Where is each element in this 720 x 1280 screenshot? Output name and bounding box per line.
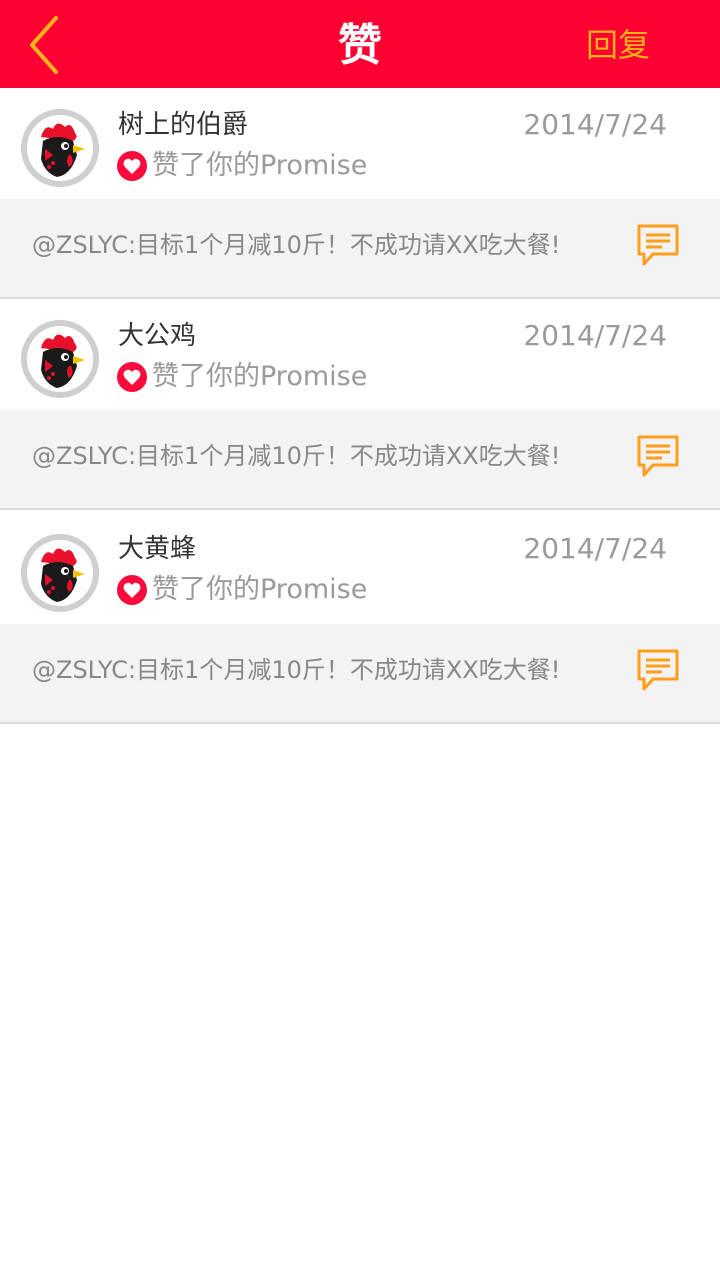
avatar[interactable]: [21, 534, 99, 612]
quoted-promise[interactable]: @ZSLYC:目标1个月减10斤！不成功请XX吃大餐!: [0, 624, 720, 724]
heart-icon: [117, 575, 147, 605]
list-item: 大黄蜂 2014/7/24 赞了你的Promise @ZSLYC:目标1个月减1…: [0, 510, 720, 724]
list-item: 大公鸡 2014/7/24 赞了你的Promise @ZSLYC:目标1个月减1…: [0, 299, 720, 510]
user-name: 树上的伯爵: [118, 110, 249, 140]
like-date: 2014/7/24: [523, 108, 667, 141]
item-header[interactable]: 大公鸡 2014/7/24 赞了你的Promise: [0, 299, 720, 410]
comment-button[interactable]: [636, 648, 680, 692]
like-date: 2014/7/24: [523, 319, 667, 352]
promise-quote: @ZSLYC:目标1个月减10斤！不成功请XX吃大餐!: [32, 656, 561, 684]
heart-icon: [117, 362, 147, 392]
item-header[interactable]: 大黄蜂 2014/7/24 赞了你的Promise: [0, 510, 720, 624]
like-text: 赞了你的Promise: [152, 574, 368, 605]
rooster-avatar-icon: [41, 123, 85, 177]
comment-icon: [637, 435, 679, 477]
like-text: 赞了你的Promise: [152, 361, 368, 392]
top-bar: 赞 回复: [0, 0, 720, 88]
heart-icon: [117, 151, 147, 181]
rooster-avatar-icon: [41, 548, 85, 602]
avatar[interactable]: [21, 109, 99, 187]
comment-button[interactable]: [636, 223, 680, 267]
avatar[interactable]: [21, 320, 99, 398]
promise-quote: @ZSLYC:目标1个月减10斤！不成功请XX吃大餐!: [32, 442, 561, 470]
item-header[interactable]: 树上的伯爵 2014/7/24 赞了你的Promise: [0, 88, 720, 199]
quoted-promise[interactable]: @ZSLYC:目标1个月减10斤！不成功请XX吃大餐!: [0, 410, 720, 510]
quoted-promise[interactable]: @ZSLYC:目标1个月减10斤！不成功请XX吃大餐!: [0, 199, 720, 299]
comment-button[interactable]: [636, 434, 680, 478]
promise-quote: @ZSLYC:目标1个月减10斤！不成功请XX吃大餐!: [32, 231, 561, 259]
comment-icon: [637, 224, 679, 266]
list-item: 树上的伯爵 2014/7/24 赞了你的Promise @ZSLYC:目标1个月…: [0, 88, 720, 299]
user-name: 大黄蜂: [118, 534, 197, 564]
like-text: 赞了你的Promise: [152, 150, 368, 181]
rooster-avatar-icon: [41, 334, 85, 388]
like-date: 2014/7/24: [523, 532, 667, 565]
comment-icon: [637, 649, 679, 691]
reply-button[interactable]: 回复: [586, 0, 650, 88]
user-name: 大公鸡: [118, 321, 197, 351]
